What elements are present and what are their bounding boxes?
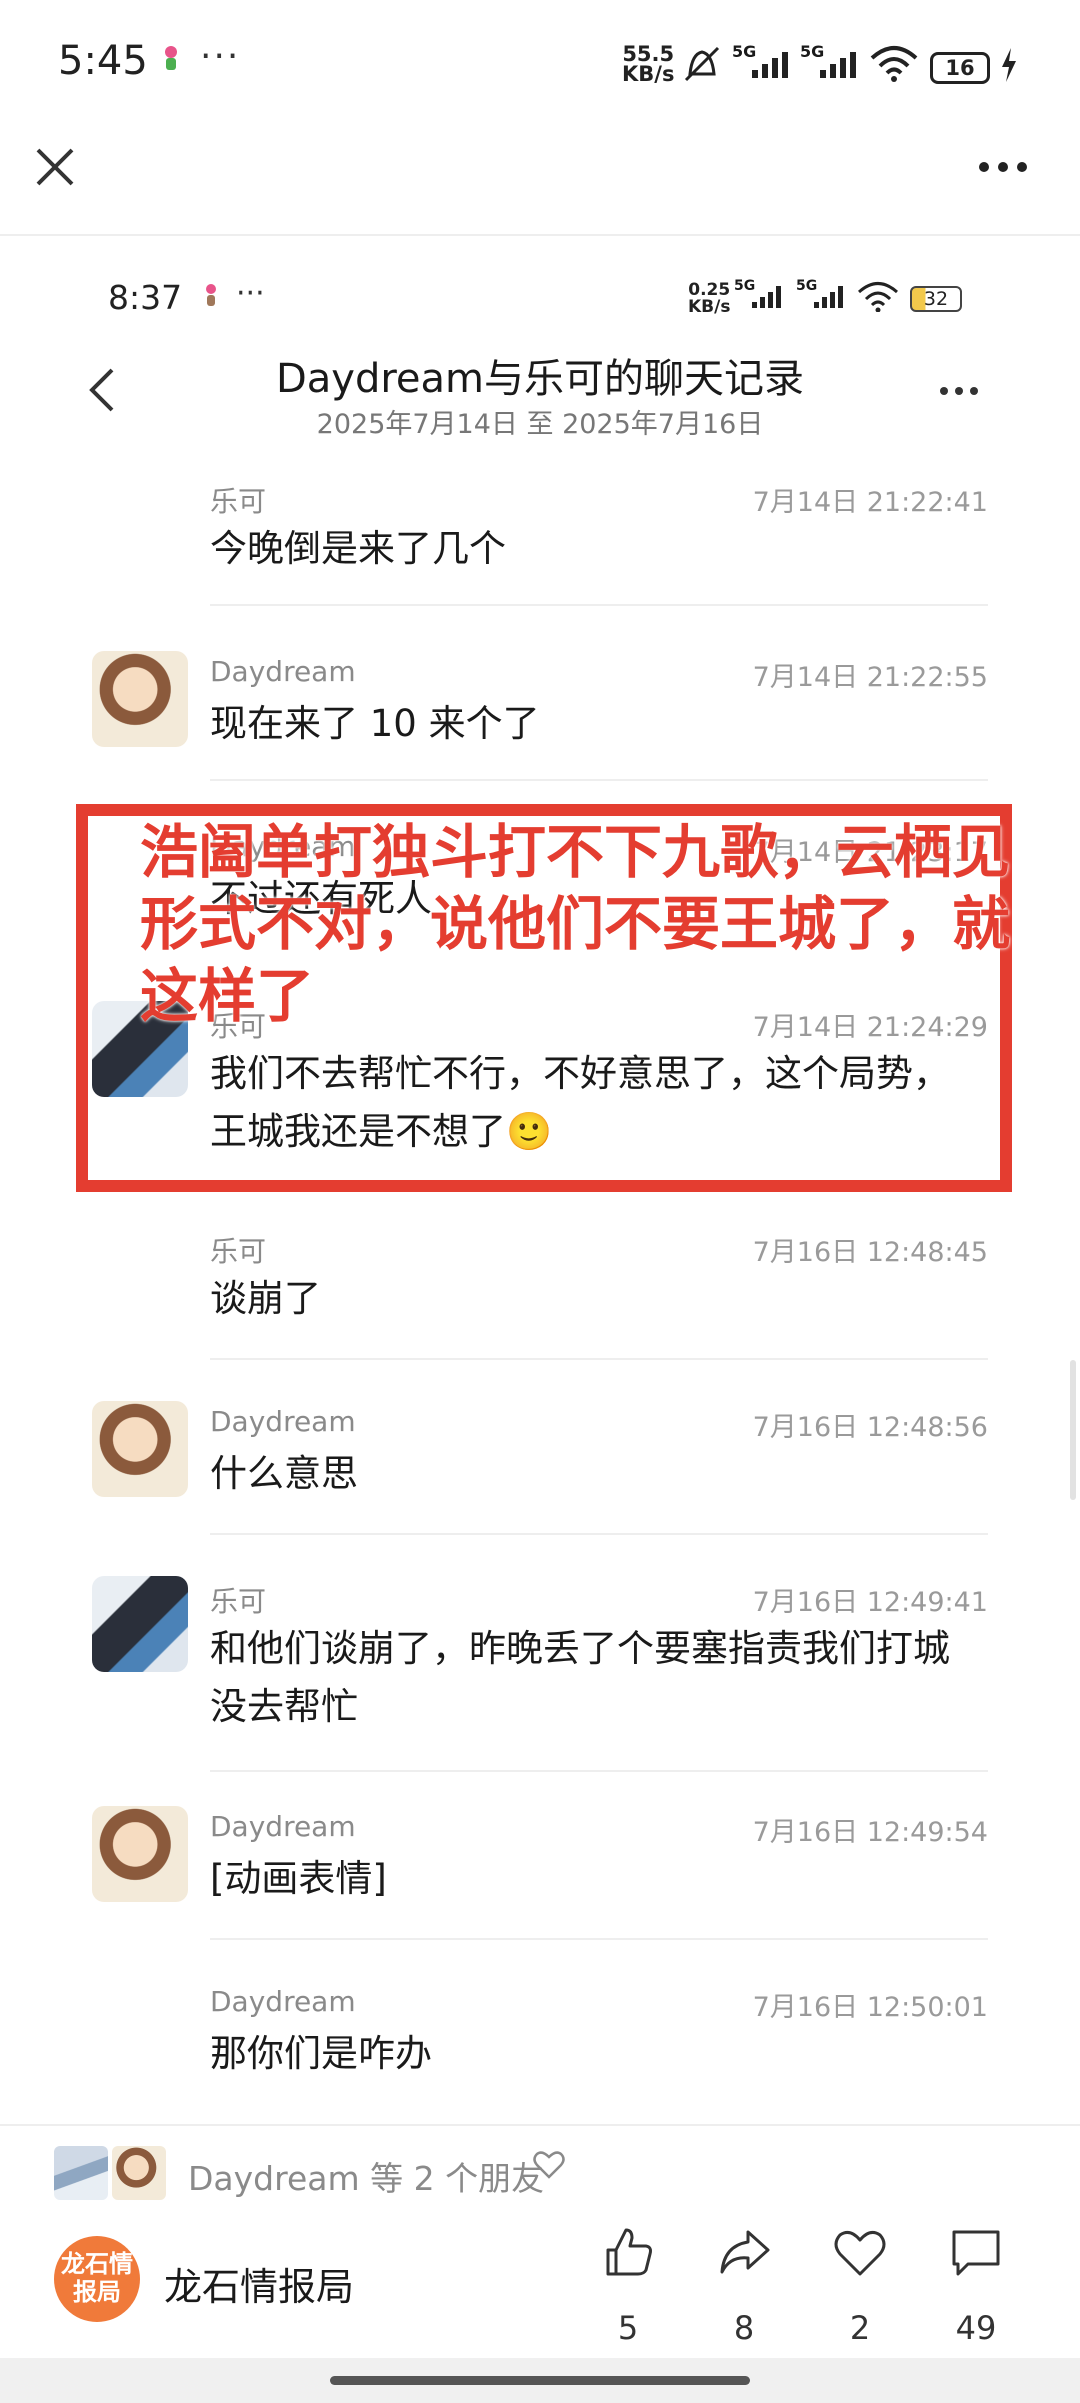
chat-message: Daydream 7月16日 12:50:01 那你们是咋办	[0, 1975, 1080, 2113]
chat-title: Daydream与乐可的聊天记录	[275, 356, 805, 402]
inner-wifi-icon	[856, 280, 900, 316]
post-more-button[interactable]	[968, 140, 1038, 194]
mute-bell-icon	[680, 44, 724, 88]
message-divider	[210, 1770, 988, 1772]
share-button[interactable]: 8	[704, 2222, 784, 2347]
like-button[interactable]: 5	[588, 2222, 668, 2347]
status-bar: 5:45 ··· 55.5 KB/s 5G 5G 16	[0, 0, 1080, 130]
message-sender: Daydream	[210, 1405, 356, 1438]
daydream-avatar	[92, 1806, 188, 1902]
message-sender: 乐可	[210, 1235, 267, 1268]
message-time: 7月16日 12:48:45	[752, 1237, 988, 1268]
message-divider	[210, 1938, 988, 1940]
comment-count: 49	[955, 2309, 997, 2347]
chat-message: 乐可 7月16日 12:49:41 和他们谈崩了，昨晚丢了个要塞指责我们打城没去…	[0, 1570, 1080, 1772]
inner-app-notification-icon	[202, 282, 220, 310]
message-divider	[210, 1533, 988, 1535]
wifi-icon	[868, 44, 920, 86]
publisher-name[interactable]: 龙石情报局	[164, 2256, 354, 2311]
chat-message: Daydream 7月16日 12:49:54 [动画表情]	[0, 1800, 1080, 1940]
message-sender: Daydream	[210, 655, 356, 688]
comment-icon	[936, 2222, 1016, 2295]
more-dots-icon	[979, 162, 1027, 172]
post-header	[0, 130, 1080, 236]
inner-battery-indicator: 32	[910, 286, 962, 312]
liker-avatar	[54, 2146, 108, 2200]
close-button[interactable]	[28, 140, 82, 194]
message-divider	[210, 1358, 988, 1360]
message-time: 7月16日 12:48:56	[752, 1412, 988, 1443]
message-sender: 乐可	[210, 485, 267, 518]
chat-more-button[interactable]	[924, 366, 994, 416]
charging-icon	[1000, 48, 1018, 86]
message-time: 7月16日 12:49:41	[752, 1587, 988, 1618]
network-speed: 55.5 KB/s	[622, 42, 675, 86]
chat-message: Daydream 7月16日 12:48:56 什么意思	[0, 1395, 1080, 1535]
heart-outline-icon	[532, 2148, 566, 2191]
inner-status-time: 8:37	[108, 278, 183, 317]
chat-date-range: 2025年7月14日 至 2025年7月16日	[316, 409, 764, 440]
message-time: 7月16日 12:50:01	[752, 1992, 988, 2023]
scrollbar[interactable]	[1070, 1360, 1076, 1500]
message-text: 和他们谈崩了，昨晚丢了个要塞指责我们打城没去帮忙	[210, 1627, 950, 1728]
app-notification-icon	[160, 44, 182, 74]
annotation-text: 浩阖单打独斗打不下九歌，云栖见形式不对，说他们不要王城了，就这样了	[140, 818, 1011, 1030]
leke-avatar	[92, 1576, 188, 1672]
heart-icon	[820, 2222, 900, 2295]
close-icon	[36, 148, 74, 186]
message-time: 7月14日 21:22:55	[752, 662, 988, 693]
comment-button[interactable]: 49	[936, 2222, 1016, 2347]
message-sender: Daydream	[210, 1810, 356, 1843]
status-more-dots: ···	[200, 36, 241, 77]
message-text: 现在来了 10 来个了	[210, 702, 540, 745]
favorite-count: 2	[849, 2309, 871, 2347]
more-dots-icon	[940, 387, 978, 395]
message-text: 那你们是咋办	[210, 2032, 432, 2075]
message-time: 7月16日 12:49:54	[752, 1817, 988, 1848]
message-divider	[210, 604, 988, 606]
message-text: 谈崩了	[210, 1277, 321, 1320]
chat-message: Daydream 7月14日 21:22:55 现在来了 10 来个了	[0, 645, 1080, 783]
daydream-avatar	[92, 651, 188, 747]
message-divider	[210, 779, 988, 781]
share-icon	[704, 2222, 784, 2295]
message-sender: 乐可	[210, 1585, 267, 1618]
message-time: 7月14日 21:22:41	[752, 487, 988, 518]
thumbs-up-icon	[588, 2222, 668, 2295]
message-text: [动画表情]	[210, 1857, 387, 1900]
message-sender: Daydream	[210, 1985, 356, 2018]
inner-status-more-dots: ···	[236, 276, 265, 311]
message-text: 什么意思	[210, 1452, 358, 1495]
favorite-button[interactable]: 2	[820, 2222, 900, 2347]
message-text: 今晚倒是来了几个	[210, 527, 506, 570]
inner-network-speed: 0.25 KB/s	[688, 280, 731, 317]
chat-message: 乐可 7月14日 21:22:41 今晚倒是来了几个	[0, 470, 1080, 608]
share-count: 8	[733, 2309, 755, 2347]
battery-indicator: 16	[930, 52, 990, 84]
like-count: 5	[617, 2309, 639, 2347]
publisher-logo[interactable]: 龙石情报局	[54, 2236, 140, 2322]
home-indicator[interactable]	[330, 2376, 750, 2385]
chat-message: 乐可 7月16日 12:48:45 谈崩了	[0, 1220, 1080, 1360]
liker-avatar	[112, 2146, 166, 2200]
likes-summary[interactable]: Daydream 等 2 个朋友	[188, 2152, 544, 2200]
daydream-avatar	[92, 1401, 188, 1497]
status-time: 5:45	[58, 38, 148, 84]
